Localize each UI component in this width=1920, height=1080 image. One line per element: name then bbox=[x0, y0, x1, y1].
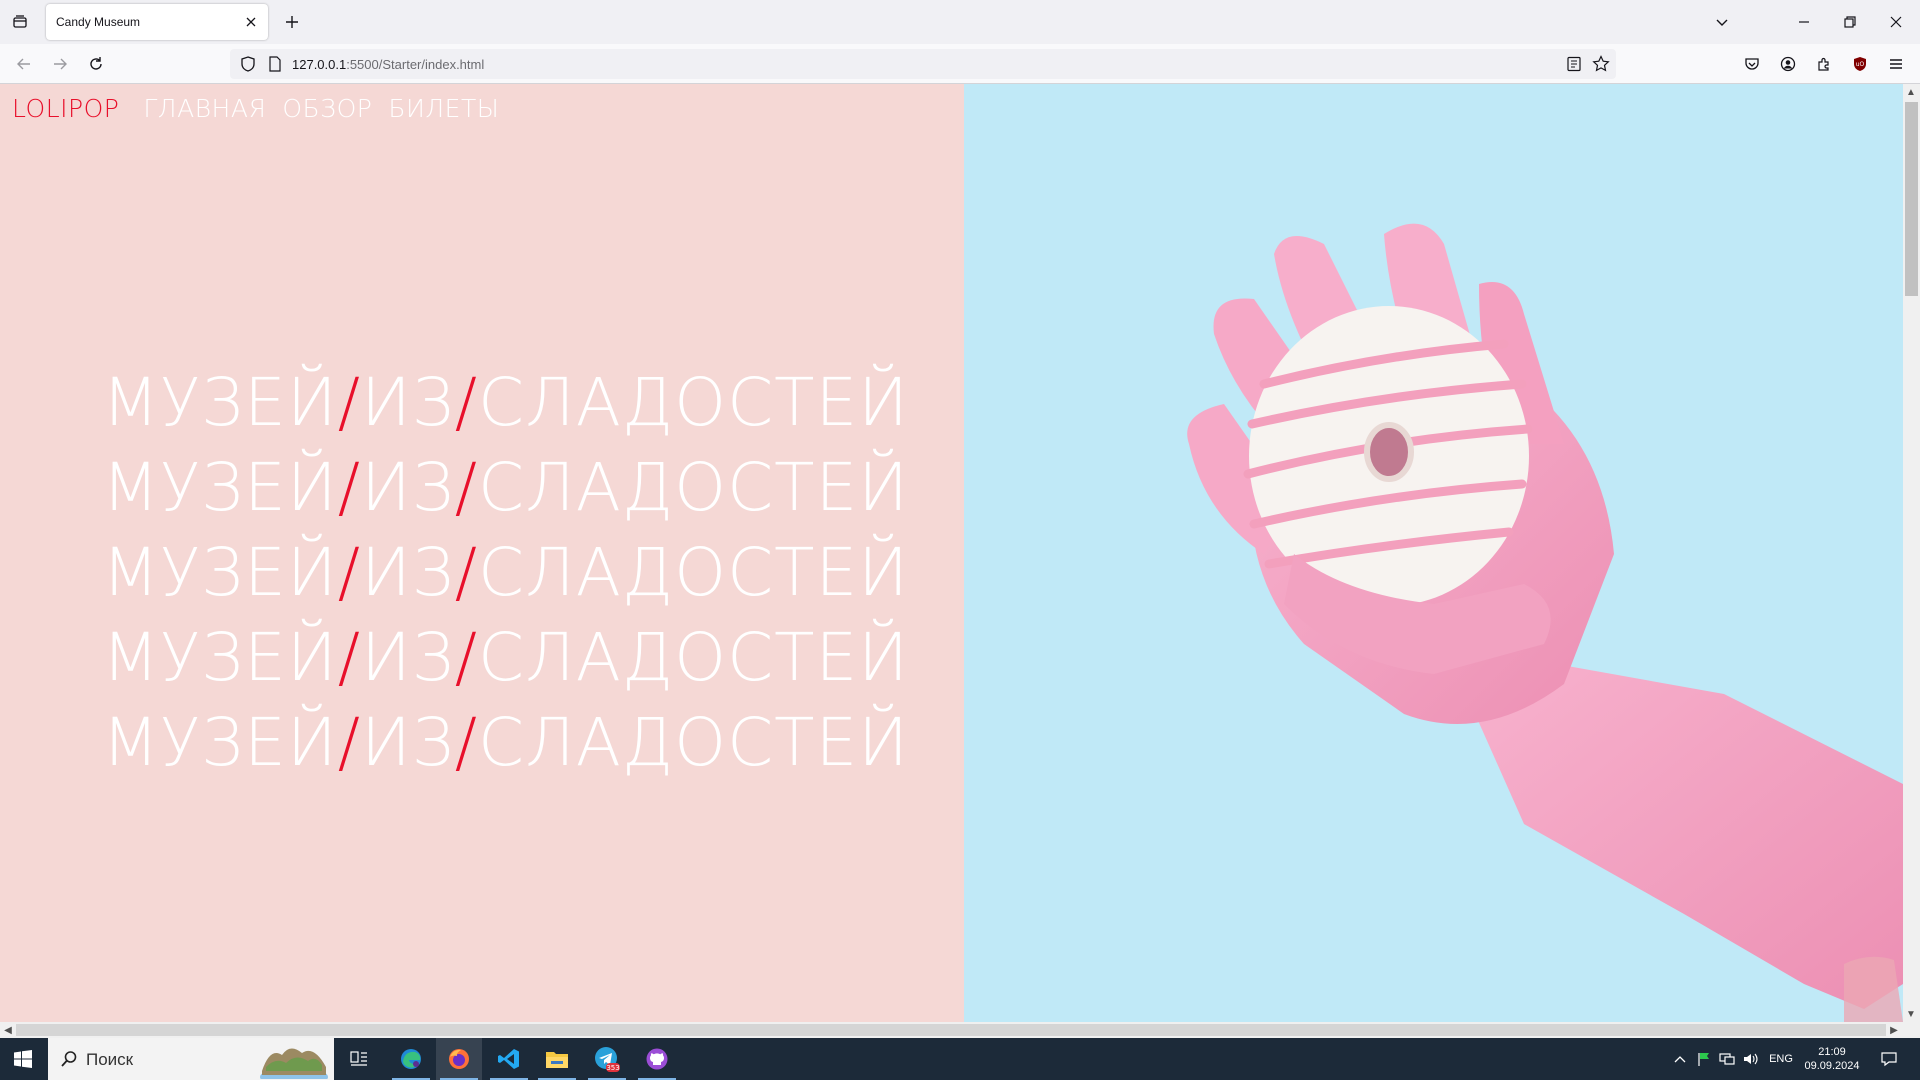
vertical-scrollbar[interactable]: ▲ ▼ bbox=[1903, 84, 1920, 1022]
headline-separator: / bbox=[454, 364, 479, 441]
tab-list-icon[interactable] bbox=[8, 10, 32, 34]
file-explorer-icon[interactable] bbox=[534, 1038, 580, 1080]
headline-word: МУЗЕЙ bbox=[102, 534, 338, 611]
clock-time: 21:09 bbox=[1818, 1046, 1846, 1058]
pocket-icon[interactable] bbox=[1740, 52, 1764, 76]
browser-tab-strip: Candy Museum bbox=[0, 0, 1920, 44]
shield-icon[interactable] bbox=[240, 56, 256, 72]
page-viewport: LOLIPOP ГЛАВНАЯ ОБЗОР БИЛЕТЫ МУЗЕЙ/ИЗ/СЛ… bbox=[0, 84, 1903, 1022]
restore-icon[interactable] bbox=[1836, 8, 1864, 36]
headline-line: МУЗЕЙ/ИЗ/СЛАДОСТЕЙ bbox=[102, 445, 909, 530]
svg-text:uO: uO bbox=[1856, 61, 1865, 68]
headline-word: СЛАДОСТЕЙ bbox=[478, 619, 909, 696]
url-host: 127.0.0.1 bbox=[292, 57, 347, 72]
notifications-icon[interactable] bbox=[1872, 1038, 1906, 1080]
close-window-icon[interactable] bbox=[1882, 8, 1910, 36]
telegram-icon[interactable]: 353 bbox=[584, 1038, 630, 1080]
site-navigation: LOLIPOP ГЛАВНАЯ ОБЗОР БИЛЕТЫ bbox=[12, 94, 499, 123]
search-highlight-image bbox=[256, 1041, 332, 1079]
headline-word: МУЗЕЙ bbox=[102, 619, 338, 696]
vertical-scroll-thumb[interactable] bbox=[1905, 102, 1918, 296]
close-tab-icon[interactable] bbox=[242, 13, 260, 31]
headline-separator: / bbox=[337, 534, 361, 611]
vscode-icon[interactable] bbox=[486, 1038, 532, 1080]
flag-icon[interactable] bbox=[1694, 1038, 1714, 1080]
scroll-left-icon[interactable]: ◀ bbox=[0, 1022, 16, 1038]
address-bar[interactable]: 127.0.0.1:5500/Starter/index.html bbox=[230, 49, 1616, 79]
show-hidden-icons-icon[interactable] bbox=[1668, 1038, 1692, 1080]
telegram-badge: 353 bbox=[606, 1064, 619, 1072]
search-placeholder: Поиск bbox=[86, 1050, 134, 1069]
extensions-icon[interactable] bbox=[1812, 52, 1836, 76]
network-icon[interactable] bbox=[1716, 1038, 1738, 1080]
headline-word: ИЗ bbox=[360, 364, 455, 441]
nav-link-home[interactable]: ГЛАВНАЯ bbox=[143, 94, 266, 123]
headline-separator: / bbox=[454, 449, 479, 526]
account-icon[interactable] bbox=[1776, 52, 1800, 76]
new-tab-icon[interactable] bbox=[280, 10, 304, 34]
bookmark-star-icon[interactable] bbox=[1592, 55, 1610, 73]
headline-separator: / bbox=[454, 534, 479, 611]
language-indicator[interactable]: ENG bbox=[1766, 1038, 1796, 1080]
reload-icon[interactable] bbox=[84, 52, 108, 76]
headline-word: ИЗ bbox=[360, 534, 455, 611]
headline-line: МУЗЕЙ/ИЗ/СЛАДОСТЕЙ bbox=[102, 700, 909, 785]
reader-view-icon[interactable] bbox=[1566, 56, 1582, 72]
page-icon[interactable] bbox=[268, 56, 282, 72]
hero-headline: МУЗЕЙ/ИЗ/СЛАДОСТЕЙ МУЗЕЙ/ИЗ/СЛАДОСТЕЙ МУЗЕ… bbox=[102, 360, 909, 785]
hero-left-panel: LOLIPOP ГЛАВНАЯ ОБЗОР БИЛЕТЫ МУЗЕЙ/ИЗ/СЛ… bbox=[0, 84, 964, 1022]
minimize-icon[interactable] bbox=[1790, 8, 1818, 36]
clock-date: 09.09.2024 bbox=[1804, 1060, 1860, 1072]
headline-word: МУЗЕЙ bbox=[102, 704, 338, 781]
taskbar-clock[interactable]: 21:09 09.09.2024 bbox=[1800, 1045, 1864, 1073]
tab-candy-museum[interactable]: Candy Museum bbox=[46, 4, 268, 40]
glove-donut-image bbox=[1187, 223, 1903, 1022]
windows-start-icon[interactable] bbox=[0, 1038, 46, 1080]
headline-separator: / bbox=[337, 364, 361, 441]
headline-word: СЛАДОСТЕЙ bbox=[478, 534, 909, 611]
menu-icon[interactable] bbox=[1884, 52, 1908, 76]
headline-word: ИЗ bbox=[360, 619, 455, 696]
volume-icon[interactable] bbox=[1740, 1038, 1762, 1080]
forward-icon[interactable] bbox=[48, 52, 72, 76]
url-path: :5500/Starter/index.html bbox=[346, 57, 485, 72]
github-desktop-icon[interactable] bbox=[634, 1038, 680, 1080]
headline-line: МУЗЕЙ/ИЗ/СЛАДОСТЕЙ bbox=[102, 530, 909, 615]
edge-browser-icon[interactable] bbox=[388, 1038, 434, 1080]
headline-line: МУЗЕЙ/ИЗ/СЛАДОСТЕЙ bbox=[102, 360, 909, 445]
ublock-icon[interactable]: uO bbox=[1848, 52, 1872, 76]
headline-word: СЛАДОСТЕЙ bbox=[478, 449, 909, 526]
task-view-icon[interactable] bbox=[336, 1038, 382, 1080]
url-text[interactable]: 127.0.0.1:5500/Starter/index.html bbox=[292, 57, 484, 72]
search-icon bbox=[61, 1051, 77, 1067]
chevron-down-icon[interactable] bbox=[1710, 10, 1734, 34]
back-icon[interactable] bbox=[12, 52, 36, 76]
headline-separator: / bbox=[454, 619, 479, 696]
headline-word: СЛАДОСТЕЙ bbox=[478, 704, 909, 781]
windows-taskbar: Поиск 353 ENG 21:09 09.09.2024 bbox=[0, 1038, 1920, 1080]
headline-word: МУЗЕЙ bbox=[102, 449, 338, 526]
horizontal-scrollbar[interactable]: ◀ ▶ bbox=[0, 1022, 1920, 1038]
nav-link-overview[interactable]: ОБЗОР bbox=[282, 94, 372, 123]
tab-title: Candy Museum bbox=[56, 15, 141, 29]
scroll-down-icon[interactable]: ▼ bbox=[1903, 1006, 1919, 1022]
scroll-right-icon[interactable]: ▶ bbox=[1886, 1022, 1902, 1038]
hero-right-panel bbox=[964, 84, 1903, 1022]
horizontal-scroll-thumb[interactable] bbox=[16, 1024, 1886, 1036]
nav-link-tickets[interactable]: БИЛЕТЫ bbox=[388, 94, 499, 123]
firefox-icon[interactable] bbox=[436, 1038, 482, 1080]
headline-line: МУЗЕЙ/ИЗ/СЛАДОСТЕЙ bbox=[102, 615, 909, 700]
taskbar-search-box[interactable]: Поиск bbox=[48, 1038, 334, 1080]
headline-word: СЛАДОСТЕЙ bbox=[478, 364, 909, 441]
headline-word: ИЗ bbox=[360, 449, 455, 526]
headline-separator: / bbox=[337, 704, 361, 781]
site-logo[interactable]: LOLIPOP bbox=[12, 94, 119, 123]
headline-separator: / bbox=[337, 449, 361, 526]
scroll-up-icon[interactable]: ▲ bbox=[1903, 84, 1919, 100]
headline-word: МУЗЕЙ bbox=[102, 364, 338, 441]
browser-nav-bar: 127.0.0.1:5500/Starter/index.html uO bbox=[0, 44, 1920, 84]
headline-separator: / bbox=[454, 704, 479, 781]
headline-word: ИЗ bbox=[360, 704, 455, 781]
headline-separator: / bbox=[337, 619, 361, 696]
